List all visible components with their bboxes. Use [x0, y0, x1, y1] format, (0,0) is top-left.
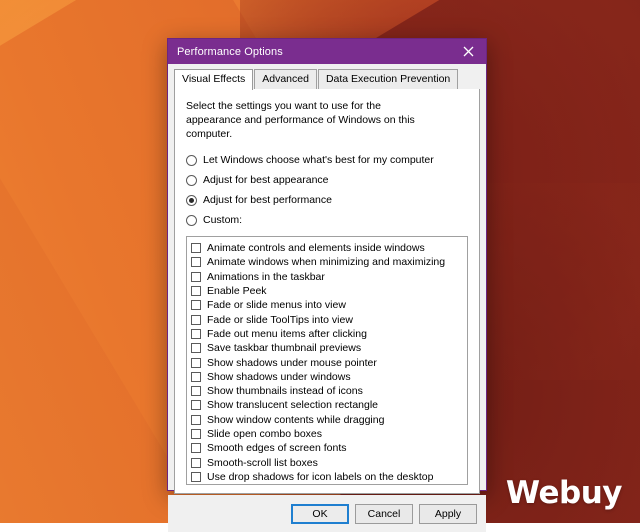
checkbox-label: Fade out menu items after clicking: [207, 327, 367, 340]
radio-option[interactable]: Custom:: [186, 214, 468, 226]
dialog-button-bar: OK Cancel Apply: [168, 495, 486, 532]
radio-label: Adjust for best appearance: [203, 174, 329, 186]
radio-label: Custom:: [203, 214, 243, 226]
checkbox[interactable]: [191, 414, 201, 425]
webuy-watermark: Webuy: [505, 475, 623, 511]
checkbox-label: Show window contents while dragging: [207, 413, 385, 426]
ok-button[interactable]: OK: [291, 503, 349, 524]
checkbox[interactable]: [191, 257, 201, 268]
checkbox[interactable]: [191, 386, 201, 397]
tab-advanced[interactable]: Advanced: [254, 69, 317, 89]
checkbox-label: Enable Peek: [207, 285, 267, 298]
tab-visual-effects[interactable]: Visual Effects: [174, 69, 254, 90]
radio-indicator[interactable]: [186, 194, 197, 206]
checkbox-label: Show shadows under windows: [207, 370, 351, 383]
dialog-title: Performance Options: [177, 45, 283, 58]
list-item[interactable]: Smooth edges of screen fonts: [191, 441, 467, 455]
dialog-titlebar: Performance Options: [168, 39, 486, 64]
list-item[interactable]: Animate controls and elements inside win…: [191, 241, 467, 255]
list-item[interactable]: Show shadows under mouse pointer: [191, 355, 467, 369]
checkbox[interactable]: [191, 271, 201, 282]
list-item[interactable]: Save taskbar thumbnail previews: [191, 341, 467, 355]
list-item[interactable]: Use drop shadows for icon labels on the …: [191, 470, 467, 484]
checkbox[interactable]: [191, 343, 201, 354]
list-item[interactable]: Enable Peek: [191, 284, 467, 298]
checkbox[interactable]: [191, 471, 201, 482]
list-item[interactable]: Fade or slide menus into view: [191, 298, 467, 312]
radio-option[interactable]: Adjust for best appearance: [186, 174, 468, 186]
visual-effects-panel: Select the settings you want to use for …: [174, 88, 480, 495]
list-item[interactable]: Fade out menu items after clicking: [191, 327, 467, 341]
list-item[interactable]: Animations in the taskbar: [191, 270, 467, 284]
checkbox-label: Animate controls and elements inside win…: [207, 242, 425, 255]
tab-data-execution-prevention[interactable]: Data Execution Prevention: [317, 69, 459, 89]
list-item[interactable]: Fade or slide ToolTips into view: [191, 312, 467, 326]
checkbox[interactable]: [191, 429, 201, 439]
checkbox[interactable]: [191, 328, 201, 339]
checkbox[interactable]: [191, 314, 201, 325]
visual-effects-listbox[interactable]: Animate controls and elements inside win…: [186, 236, 468, 486]
list-item[interactable]: Animate windows when minimizing and maxi…: [191, 255, 467, 269]
checkbox[interactable]: [191, 400, 201, 411]
checkbox-label: Use drop shadows for icon labels on the …: [207, 470, 434, 483]
panel-description: Select the settings you want to use for …: [186, 100, 415, 140]
close-icon[interactable]: [450, 39, 486, 64]
checkbox-label: Slide open combo boxes: [207, 428, 322, 440]
checkbox-label: Fade or slide ToolTips into view: [207, 313, 353, 326]
checkbox[interactable]: [191, 457, 201, 468]
list-item[interactable]: Slide open combo boxes: [191, 427, 467, 441]
list-item[interactable]: Show window contents while dragging: [191, 413, 467, 427]
radio-label: Adjust for best performance: [203, 194, 332, 206]
checkbox-label: Fade or slide menus into view: [207, 299, 346, 312]
checkbox[interactable]: [191, 443, 201, 454]
checkbox-label: Animate windows when minimizing and maxi…: [207, 256, 446, 269]
checkbox-label: Show shadows under mouse pointer: [207, 356, 377, 369]
radio-label: Let Windows choose what's best for my co…: [203, 154, 434, 166]
tab-strip: Visual Effects Advanced Data Execution Pre…: [168, 64, 486, 90]
checkbox[interactable]: [191, 243, 201, 254]
radio-indicator[interactable]: [186, 174, 197, 186]
radio-indicator[interactable]: [186, 154, 197, 166]
checkbox[interactable]: [191, 371, 201, 382]
checkbox-label: Save taskbar thumbnail previews: [207, 342, 362, 355]
radio-indicator[interactable]: [186, 214, 197, 226]
checkbox-label: Animations in the taskbar: [207, 270, 325, 283]
performance-mode-radio-group: Let Windows choose what's best for my co…: [186, 154, 468, 236]
checkbox-label: Smooth-scroll list boxes: [207, 456, 318, 469]
radio-option[interactable]: Adjust for best performance: [186, 194, 468, 206]
cancel-button[interactable]: Cancel: [355, 503, 413, 524]
checkbox-label: Show translucent selection rectangle: [207, 399, 379, 412]
performance-options-dialog: Performance Options Visual Effects Advanc…: [167, 38, 487, 532]
checkbox[interactable]: [191, 286, 201, 297]
list-item[interactable]: Show thumbnails instead of icons: [191, 384, 467, 398]
apply-button[interactable]: Apply: [419, 503, 477, 524]
checkbox[interactable]: [191, 300, 201, 311]
checkbox-label: Show thumbnails instead of icons: [207, 385, 363, 398]
list-item[interactable]: Smooth-scroll list boxes: [191, 455, 467, 469]
checkbox-label: Smooth edges of screen fonts: [207, 442, 347, 455]
checkbox[interactable]: [191, 357, 201, 368]
list-item[interactable]: Show shadows under windows: [191, 370, 467, 384]
radio-option[interactable]: Let Windows choose what's best for my co…: [186, 154, 468, 166]
list-item[interactable]: Show translucent selection rectangle: [191, 398, 467, 412]
